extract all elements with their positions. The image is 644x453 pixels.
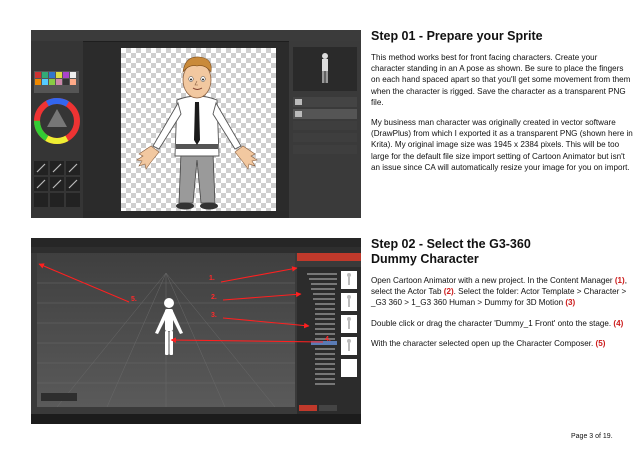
krita-left-docker <box>31 41 83 218</box>
krita-statusbar <box>83 211 289 218</box>
krita-right-panels <box>293 47 357 154</box>
annotation-label-2: 2. <box>211 294 217 301</box>
krita-canvas[interactable] <box>121 48 276 212</box>
krita-layers-docker <box>289 41 361 218</box>
step1-paragraph-2: My business man character was originally… <box>371 118 633 172</box>
krita-brush-presets <box>34 71 80 207</box>
step2-ref-4: (4) <box>613 318 624 328</box>
annotation-arrows <box>38 263 324 343</box>
step2-ref-1: (1) <box>614 276 625 285</box>
step1-paragraph-1: This method works best for front facing … <box>371 53 631 107</box>
step2-title-line2: Dummy Character <box>371 252 479 266</box>
step1-section: Step 01 - Prepare your Sprite This metho… <box>371 29 633 180</box>
step2-ref-5: (5) <box>595 338 606 348</box>
annotation-label-5: 5. <box>131 296 137 303</box>
step2-p3-text: With the character selected open up the … <box>371 338 596 348</box>
page-number: Page 3 of 19. <box>571 433 613 440</box>
annotation-label-3: 3. <box>211 312 217 319</box>
step2-paragraph-1: Open Cartoon Animator with a new project… <box>371 275 633 309</box>
step2-ref-2: (2) <box>443 287 454 297</box>
krita-screenshot <box>31 30 361 218</box>
step2-paragraph-3: With the character selected open up the … <box>371 338 633 349</box>
step2-ref-3: (3) <box>565 298 576 308</box>
step2-p2-text: Double click or drag the character 'Dumm… <box>371 318 614 328</box>
step2-p1-text-a: Open Cartoon Animator with a new project… <box>371 276 615 285</box>
step2-section: Step 02 - Select the G3-360 Dummy Charac… <box>371 237 633 356</box>
step2-title-line1: Step 02 - Select the G3-360 <box>371 237 531 251</box>
businessman-sprite <box>136 56 258 210</box>
step1-title: Step 01 - Prepare your Sprite <box>371 29 543 43</box>
annotation-label-1: 1. <box>209 275 215 282</box>
step2-title: Step 02 - Select the G3-360 Dummy Charac… <box>371 237 633 267</box>
cartoon-animator-screenshot: 1. 2. 3. 4. 5. <box>31 238 361 424</box>
step2-paragraph-2: Double click or drag the character 'Dumm… <box>371 318 633 329</box>
annotation-label-4: 4. <box>325 336 331 343</box>
